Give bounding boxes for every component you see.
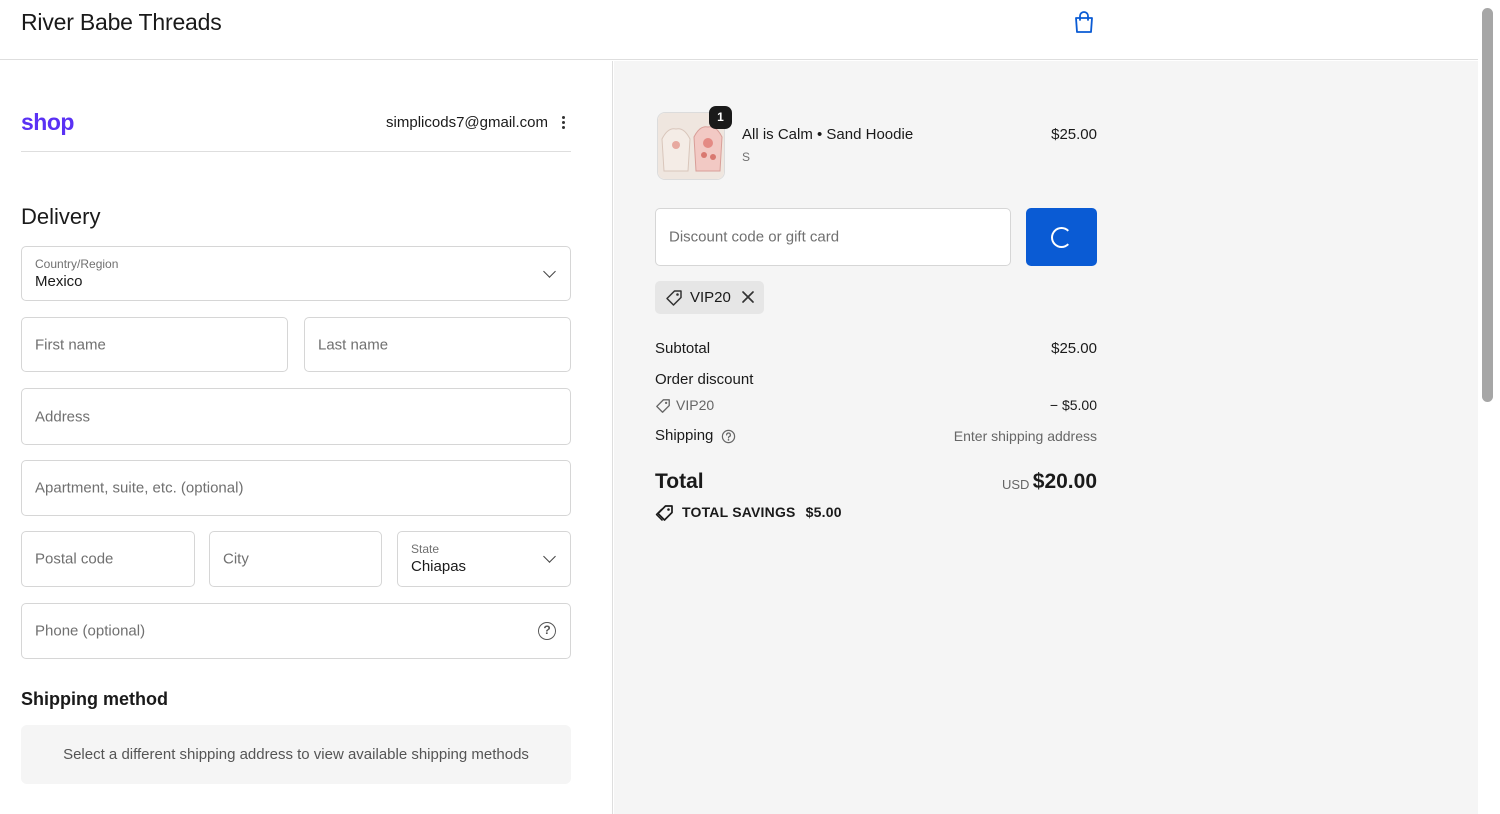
state-value: Chiapas bbox=[411, 558, 467, 575]
apply-discount-button[interactable] bbox=[1026, 208, 1097, 266]
last-name-field[interactable]: Last name bbox=[304, 317, 571, 372]
loading-spinner-icon bbox=[1051, 227, 1072, 248]
total-savings: TOTAL SAVINGS $5.00 bbox=[682, 504, 842, 520]
postal-code-field[interactable]: Postal code bbox=[21, 531, 195, 587]
kebab-menu-icon[interactable] bbox=[557, 114, 569, 132]
first-name-field[interactable]: First name bbox=[21, 317, 288, 372]
city-field[interactable]: City bbox=[209, 531, 382, 587]
order-discount-label: Order discount bbox=[655, 371, 754, 388]
tag-icon bbox=[656, 399, 670, 413]
account-email: simplicods7@gmail.com bbox=[386, 114, 548, 131]
discount-placeholder: Discount code or gift card bbox=[669, 228, 840, 246]
first-name-placeholder: First name bbox=[35, 336, 106, 353]
phone-field[interactable]: Phone (optional) ? bbox=[21, 603, 571, 659]
tag-icon bbox=[666, 290, 682, 306]
checkout-form-panel: shop simplicods7@gmail.com Delivery Coun… bbox=[0, 61, 613, 814]
shipping-value: Enter shipping address bbox=[953, 428, 1097, 444]
discount-code-input[interactable]: Discount code or gift card bbox=[655, 208, 1011, 266]
discount-code-label: VIP20 bbox=[676, 397, 715, 413]
shipping-label: Shipping bbox=[655, 427, 714, 444]
shipping-method-notice: Select a different shipping address to v… bbox=[21, 725, 571, 784]
country-select[interactable]: Country/Region Mexico bbox=[21, 246, 571, 301]
scrollbar-thumb[interactable] bbox=[1482, 8, 1493, 402]
delivery-title: Delivery bbox=[21, 204, 101, 229]
discount-value: − $5.00 bbox=[1049, 397, 1097, 413]
savings-label: TOTAL SAVINGS bbox=[682, 504, 796, 520]
total-value: $20.00 bbox=[1032, 470, 1097, 493]
total-label: Total bbox=[655, 470, 704, 493]
state-label: State bbox=[411, 542, 440, 556]
quantity-badge: 1 bbox=[709, 106, 732, 129]
savings-tag-icon bbox=[655, 505, 673, 522]
total-currency: USD bbox=[1002, 477, 1030, 492]
address-field[interactable]: Address bbox=[21, 388, 571, 445]
last-name-placeholder: Last name bbox=[318, 336, 389, 353]
phone-placeholder: Phone (optional) bbox=[35, 622, 146, 640]
chevron-down-icon bbox=[543, 264, 556, 278]
divider bbox=[21, 151, 571, 152]
subtotal-value: $25.00 bbox=[1051, 340, 1097, 357]
product-variant: S bbox=[742, 150, 751, 164]
postal-code-placeholder: Postal code bbox=[35, 550, 114, 568]
order-summary-panel: 1 All is Calm • Sand Hoodie S $25.00 Dis… bbox=[614, 61, 1478, 814]
help-icon[interactable]: ? bbox=[538, 622, 556, 640]
apartment-placeholder: Apartment, suite, etc. (optional) bbox=[35, 479, 244, 497]
close-icon[interactable] bbox=[739, 288, 757, 306]
checkout-header: River Babe Threads bbox=[0, 0, 1478, 60]
help-icon[interactable] bbox=[721, 429, 736, 444]
applied-code: VIP20 bbox=[690, 289, 731, 306]
shipping-method-title: Shipping method bbox=[21, 689, 168, 709]
city-placeholder: City bbox=[223, 550, 249, 568]
shop-pay-logo: shop bbox=[21, 109, 74, 135]
country-label: Country/Region bbox=[35, 257, 119, 271]
apartment-field[interactable]: Apartment, suite, etc. (optional) bbox=[21, 460, 571, 516]
state-select[interactable]: State Chiapas bbox=[397, 531, 571, 587]
savings-value: $5.00 bbox=[805, 504, 842, 520]
product-name: All is Calm • Sand Hoodie bbox=[742, 126, 914, 143]
applied-discount-chip: VIP20 bbox=[655, 281, 764, 314]
subtotal-label: Subtotal bbox=[655, 340, 711, 357]
chevron-down-icon bbox=[543, 550, 556, 563]
shopping-bag-icon[interactable] bbox=[1071, 9, 1097, 35]
country-value: Mexico bbox=[35, 273, 83, 290]
store-name[interactable]: River Babe Threads bbox=[21, 9, 222, 36]
address-placeholder: Address bbox=[35, 408, 91, 425]
product-price: $25.00 bbox=[1051, 126, 1097, 143]
